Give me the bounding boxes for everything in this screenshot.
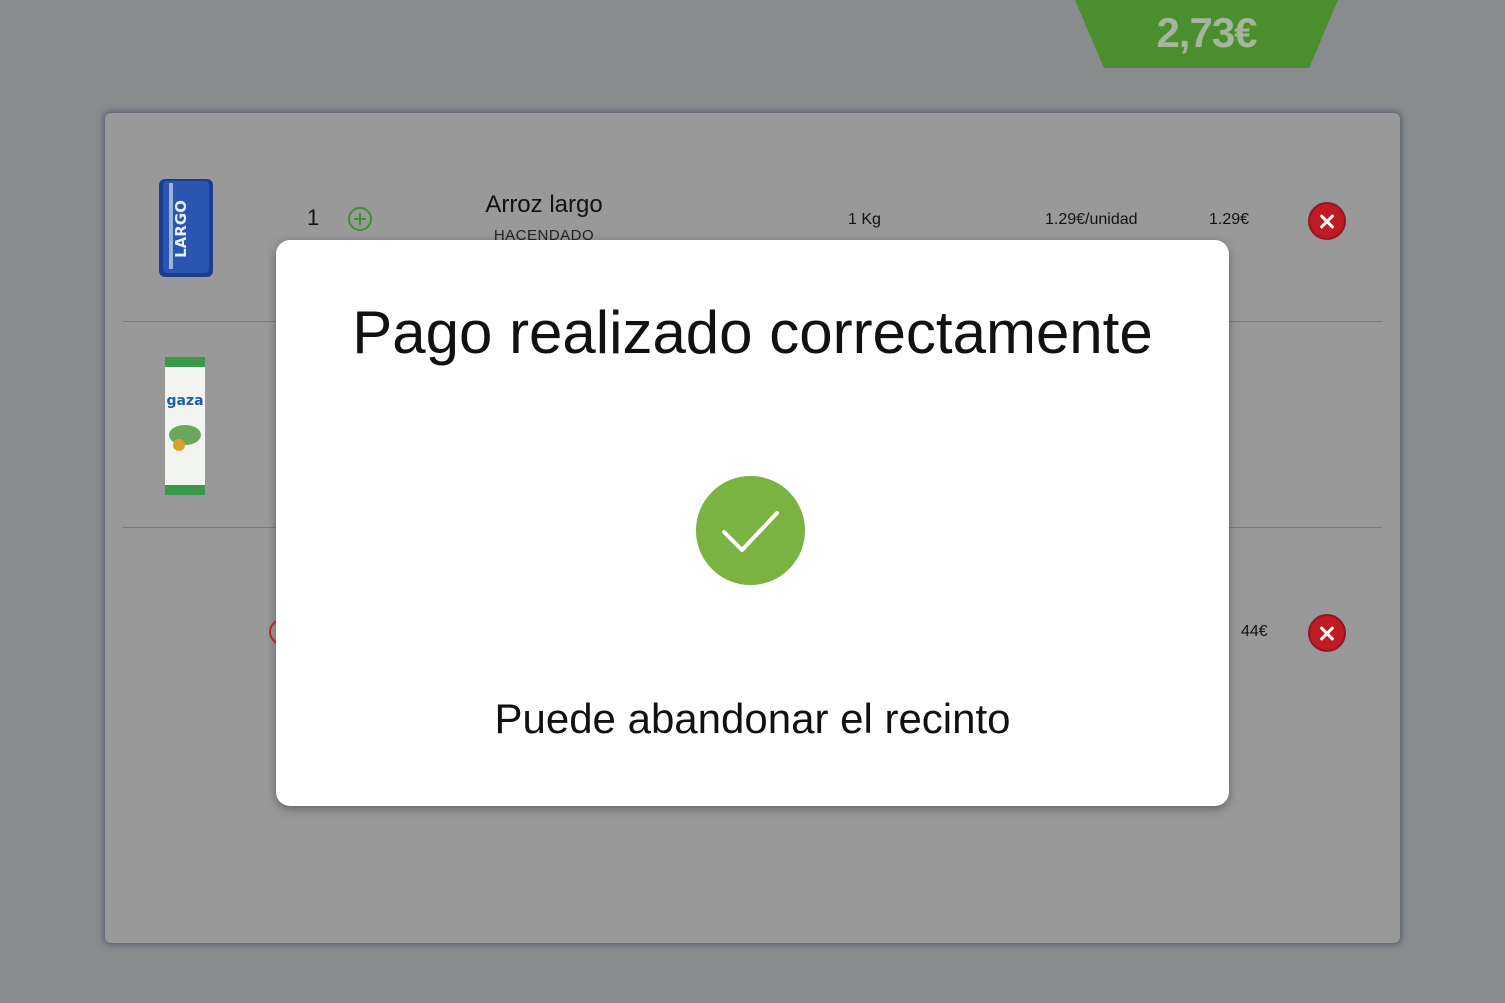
product-total: 44€ xyxy=(1241,623,1268,640)
remove-item-button[interactable] xyxy=(1308,614,1346,652)
product-image-label: LARGO xyxy=(172,200,190,258)
payment-success-dialog: Pago realizado correctamente Puede aband… xyxy=(276,240,1229,806)
dialog-title: Pago realizado correctamente xyxy=(352,299,1153,366)
remove-item-button[interactable] xyxy=(1308,202,1346,240)
quantity-value: 1 xyxy=(307,205,320,230)
dialog-message: Puede abandonar el recinto xyxy=(494,695,1011,742)
cart-total-badge: 2,73€ xyxy=(1075,0,1338,68)
product-name: Arroz largo xyxy=(485,191,603,218)
check-icon xyxy=(696,476,805,585)
product-weight: 1 Kg xyxy=(848,211,881,228)
product-image-label: gaza xyxy=(166,393,203,409)
cart-total-amount: 2,73€ xyxy=(1156,9,1257,56)
product-image-milk: gaza xyxy=(165,357,205,495)
product-image-rice: LARGO xyxy=(159,179,213,277)
product-total: 1.29€ xyxy=(1209,211,1250,228)
increase-quantity-button[interactable] xyxy=(348,207,372,231)
product-unit-price: 1.29€/unidad xyxy=(1045,211,1138,228)
